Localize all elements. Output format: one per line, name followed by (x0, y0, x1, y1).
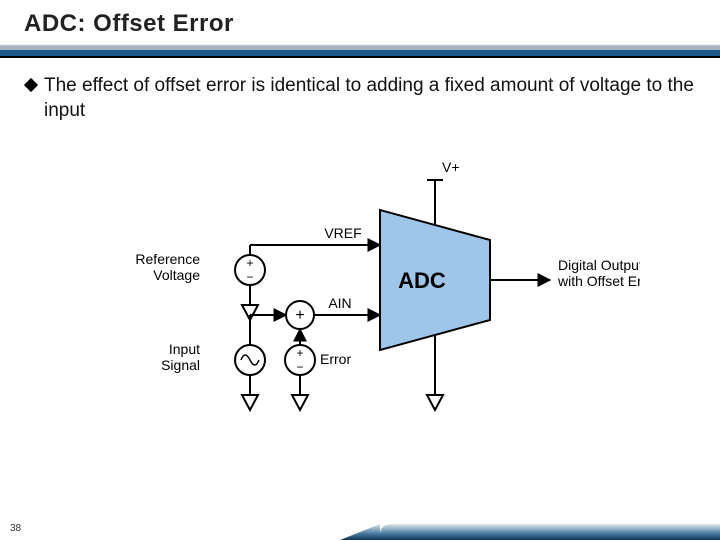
vplus-label: V+ (442, 159, 460, 175)
header-rule (0, 44, 720, 60)
error-source: + − Error (285, 329, 351, 410)
err-plus: + (296, 346, 303, 360)
ain-label: AIN (328, 295, 351, 311)
input-label1: Input (169, 341, 200, 357)
digital-output: Digital Output with Offset Error (490, 257, 640, 289)
refv-plus: + (246, 256, 253, 270)
slide-title: ADC: Offset Error (24, 10, 234, 38)
output-label2: with Offset Error (557, 273, 640, 289)
refv-label2: Voltage (153, 267, 200, 283)
bullet-icon (24, 78, 38, 92)
body-text: The effect of offset error is identical … (44, 74, 696, 123)
footer-wedge (340, 524, 380, 540)
vref-input: VREF (310, 225, 380, 245)
input-signal-source: Input Signal (161, 341, 265, 410)
reference-voltage-source: + − Reference Voltage (135, 245, 310, 320)
slide-footer: 38 (0, 518, 720, 540)
page-number: 38 (10, 523, 21, 534)
adc-label: ADC (398, 268, 446, 293)
vplus-supply: V+ (427, 159, 460, 225)
footer-bar (380, 524, 720, 540)
adc-ground (427, 334, 443, 410)
sum-plus: + (295, 307, 304, 324)
output-label1: Digital Output (558, 257, 640, 273)
vref-label: VREF (324, 225, 361, 241)
adc-block: ADC (380, 210, 490, 350)
ain-input: AIN + (250, 295, 380, 345)
err-minus: − (296, 360, 303, 374)
refv-minus: − (246, 270, 253, 284)
refv-label1: Reference (135, 251, 200, 267)
input-label2: Signal (161, 357, 200, 373)
offset-error-diagram: ADC V+ VREF + − Reference Voltage AIN + (80, 150, 640, 470)
error-label: Error (320, 351, 351, 367)
slide-header: ADC: Offset Error (0, 0, 720, 60)
